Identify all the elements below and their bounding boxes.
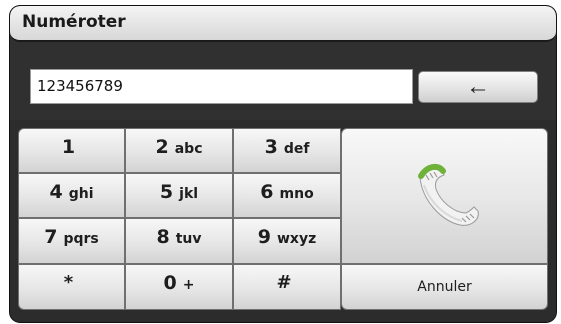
key-4[interactable]: 4 ghi	[18, 173, 125, 218]
title-bar: Numéroter	[10, 6, 556, 42]
dialer-window: Numéroter 123456789 ← 1 2 abc 3 def 4 gh…	[10, 6, 556, 322]
cancel-button[interactable]: Annuler	[341, 264, 548, 310]
key-star[interactable]: *	[18, 264, 125, 310]
phone-handset-icon	[418, 163, 479, 226]
keypad: 1 2 abc 3 def 4 ghi 5 jkl 6 mno 7 pqrs 8…	[10, 120, 556, 322]
key-1[interactable]: 1	[18, 128, 125, 173]
window-title: Numéroter	[22, 12, 126, 32]
key-0[interactable]: 0 +	[125, 264, 233, 310]
key-9[interactable]: 9 wxyz	[233, 218, 341, 264]
number-display-field[interactable]: 123456789	[30, 69, 413, 104]
key-3[interactable]: 3 def	[233, 128, 341, 173]
call-button[interactable]	[341, 128, 548, 264]
key-6[interactable]: 6 mno	[233, 173, 341, 218]
backspace-button[interactable]: ←	[418, 71, 538, 103]
key-5[interactable]: 5 jkl	[125, 173, 233, 218]
key-7[interactable]: 7 pqrs	[18, 218, 125, 264]
key-hash[interactable]: #	[233, 264, 341, 310]
key-8[interactable]: 8 tuv	[125, 218, 233, 264]
left-arrow-icon: ←	[466, 73, 490, 100]
key-2[interactable]: 2 abc	[125, 128, 233, 173]
